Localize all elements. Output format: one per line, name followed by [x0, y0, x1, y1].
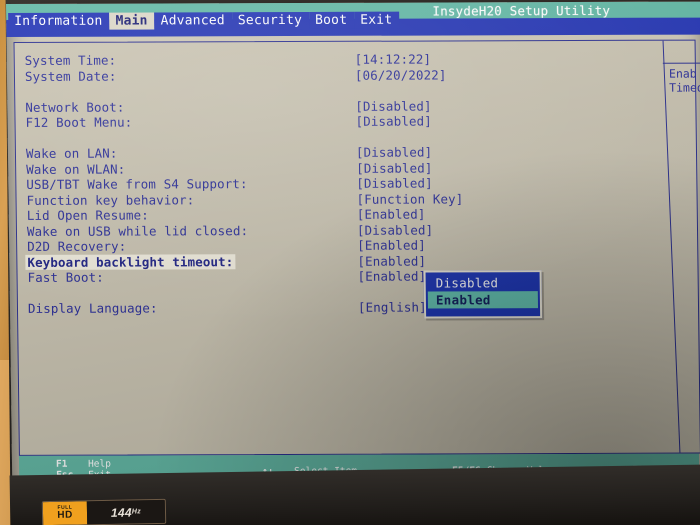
setting-value[interactable]: [14:12:22] — [355, 52, 431, 67]
sticker-fhd-bottom: HD — [57, 509, 73, 521]
setting-value[interactable]: [Disabled] — [356, 145, 432, 160]
help-panel: Enab Timeo — [668, 66, 700, 95]
tab-main[interactable]: Main — [109, 11, 155, 30]
setting-value[interactable]: [Enabled] — [357, 253, 426, 268]
dropdown-option-disabled[interactable]: Disabled — [428, 274, 538, 291]
setting-label: Keyboard backlight timeout: — [25, 253, 236, 270]
settings-panel: System Time: [14:12:22] System Date: [06… — [13, 39, 700, 456]
laptop-screen: InsydeH20 Setup Utility Information Main… — [6, 1, 700, 499]
setting-label: Fast Boot: — [27, 269, 104, 285]
setting-value[interactable]: [Disabled] — [355, 114, 431, 129]
setting-label: F12 Boot Menu: — [25, 114, 133, 130]
photo-scene: InsydeH20 Setup Utility Information Main… — [0, 0, 700, 525]
setting-label: Display Language: — [27, 300, 158, 316]
tab-security[interactable]: Security — [231, 11, 310, 29]
refresh-rate-badge: 144 Hz — [86, 499, 166, 525]
key-f1-label: Help — [87, 458, 111, 470]
setting-label: Network Boot: — [25, 99, 125, 115]
settings-list: System Time: [14:12:22] System Date: [06… — [25, 51, 668, 317]
sticker-refresh-value: 144 — [110, 504, 133, 520]
panel-horizontal-divider — [662, 62, 700, 64]
app-title: InsydeH20 Setup Utility — [432, 2, 611, 19]
laptop-spec-sticker: FULL HD 144 Hz — [41, 498, 167, 525]
full-hd-badge: FULL HD — [42, 501, 88, 525]
menu-tabs: Information Main Advanced Security Boot … — [8, 11, 400, 30]
key-f1: F1 — [55, 458, 68, 470]
help-line-2: Timeo — [669, 80, 700, 95]
setting-label: System Time: — [24, 52, 117, 68]
help-line-1: Enab — [668, 66, 697, 81]
sticker-refresh-unit: Hz — [131, 508, 142, 516]
setting-value[interactable]: [Function Key] — [356, 191, 463, 206]
setting-value[interactable]: [Disabled] — [356, 160, 432, 175]
setting-value[interactable]: [Enabled] — [357, 269, 426, 284]
tab-information[interactable]: Information — [8, 12, 110, 30]
setting-label: D2D Recovery: — [27, 238, 127, 254]
setting-label: Lid Open Resume: — [26, 207, 149, 223]
setting-label: USB/TBT Wake from S4 Support: — [26, 176, 248, 192]
setting-label: System Date: — [24, 68, 117, 84]
setting-value[interactable]: [06/20/2022] — [355, 67, 447, 82]
value-dropdown-popup[interactable]: Disabled Enabled — [423, 270, 543, 319]
tab-advanced[interactable]: Advanced — [154, 11, 232, 29]
tab-boot[interactable]: Boot — [308, 11, 355, 29]
setting-label: Wake on WLAN: — [26, 161, 126, 177]
setting-label: Function key behavior: — [26, 191, 195, 208]
setting-value[interactable]: [Enabled] — [357, 207, 426, 222]
setting-value[interactable]: [Disabled] — [357, 222, 433, 237]
setting-value[interactable]: [Disabled] — [355, 98, 431, 113]
setting-value[interactable]: [Enabled] — [357, 238, 426, 253]
setting-row-display-language[interactable]: Display Language: [English] — [28, 299, 668, 317]
setting-value[interactable]: [English] — [358, 300, 427, 315]
setting-label: Wake on LAN: — [25, 145, 118, 161]
setting-value[interactable]: [Disabled] — [356, 176, 432, 191]
dropdown-option-enabled[interactable]: Enabled — [427, 291, 539, 309]
tab-exit[interactable]: Exit — [354, 11, 400, 29]
setting-label: Wake on USB while lid closed: — [26, 222, 249, 239]
